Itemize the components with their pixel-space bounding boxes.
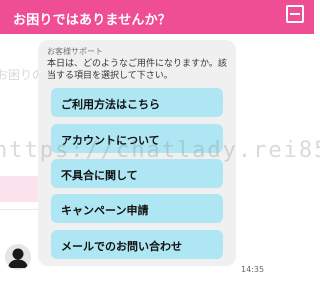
option-label: 不具合に関して bbox=[61, 169, 138, 182]
message-text: 本日は、どのようなご用件になりますか。該当する項目を選択して下さい。 bbox=[47, 59, 227, 81]
minimize-icon[interactable] bbox=[286, 5, 304, 23]
chat-header: お困りではありませんか？ bbox=[0, 0, 314, 34]
user-avatar-icon bbox=[5, 244, 31, 270]
option-label: キャンペーン申請 bbox=[61, 204, 149, 217]
background-pink-strip bbox=[0, 176, 38, 202]
option-button-bug[interactable]: 不具合に関して bbox=[51, 159, 223, 188]
chat-message-bubble: お客様サポート 本日は、どのようなご用件になりますか。該当する項目を選択して下さ… bbox=[38, 40, 236, 266]
option-button-account[interactable]: アカウントについて bbox=[51, 124, 223, 153]
background-divider bbox=[0, 209, 40, 210]
option-button-email[interactable]: メールでのお問い合わせ bbox=[51, 230, 223, 259]
sender-name: お客様サポート bbox=[47, 47, 103, 56]
option-label: アカウントについて bbox=[61, 134, 160, 147]
message-timestamp: 14:35 bbox=[241, 265, 265, 274]
option-button-campaign[interactable]: キャンペーン申請 bbox=[51, 194, 223, 223]
option-button-usage[interactable]: ご利用方法はこちら bbox=[51, 88, 223, 117]
option-label: ご利用方法はこちら bbox=[61, 98, 160, 111]
chat-title: お困りではありませんか？ bbox=[13, 13, 172, 28]
option-label: メールでのお問い合わせ bbox=[61, 240, 182, 253]
